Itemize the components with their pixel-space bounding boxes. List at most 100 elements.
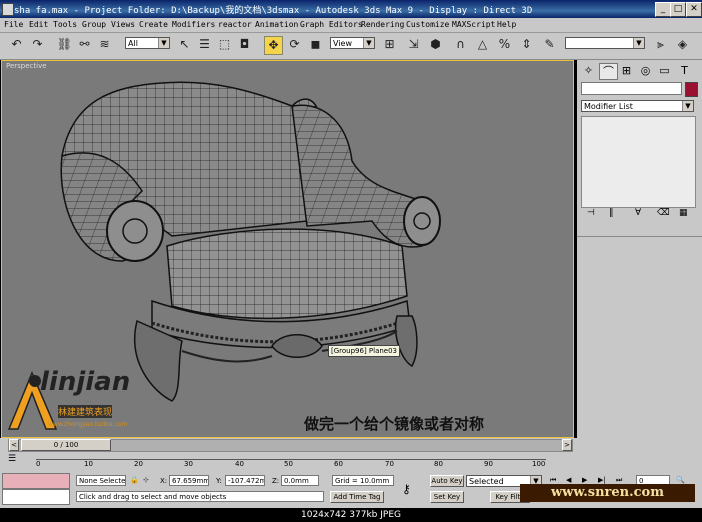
tick-label: 20 (134, 460, 143, 468)
select-and-move-icon[interactable]: ✥ (264, 36, 283, 55)
selection-filter-dropdown[interactable]: All ▼ (125, 37, 170, 49)
prev-frame-button-icon[interactable]: ◀ (566, 476, 571, 484)
set-key-button[interactable]: Set Key (430, 491, 464, 503)
select-and-scale-icon[interactable]: ◼ (307, 36, 324, 53)
modifier-stack[interactable] (581, 116, 696, 208)
angle-snap-icon[interactable]: △ (474, 36, 491, 53)
menu-file[interactable]: File (4, 20, 23, 29)
track-bar[interactable]: ☰ 0 10 20 30 40 50 60 70 80 90 100 (0, 452, 702, 470)
undo-icon[interactable]: ↶ (8, 36, 25, 53)
image-info-bar: 1024x742 377kb JPEG (0, 508, 702, 522)
window-crossing-icon[interactable]: ◘ (236, 36, 253, 53)
hierarchy-tab-icon[interactable]: ⊞ (618, 63, 635, 78)
maximize-button[interactable]: □ (670, 2, 686, 17)
app-icon[interactable] (2, 3, 14, 16)
stack-toolbar: ⊣ ‖ ∀ ⌫ ▦ (581, 208, 694, 222)
next-frame-button-icon[interactable]: ▶| (598, 476, 606, 484)
time-slider-thumb[interactable]: 0 / 100 (21, 439, 111, 451)
grid-size: Grid = 10.0mm (332, 475, 394, 486)
menu-animation[interactable]: Animation (255, 20, 298, 29)
configure-sets-icon[interactable]: ▦ (679, 208, 688, 218)
prev-frame-icon[interactable]: < (9, 439, 19, 451)
menu-views[interactable]: Views (111, 20, 135, 29)
play-icon[interactable]: ▶ (582, 476, 587, 484)
rectangular-selection-icon[interactable]: ⬚ (216, 36, 233, 53)
named-selection-dropdown[interactable]: ▼ (565, 37, 645, 49)
motion-tab-icon[interactable]: ◎ (637, 63, 654, 78)
create-tab-icon[interactable]: ✧ (580, 63, 597, 78)
pivot-center-icon[interactable]: ⊞ (381, 36, 398, 53)
prompt-line: Click and drag to select and move object… (76, 491, 324, 502)
display-tab-icon[interactable]: ▭ (656, 63, 673, 78)
track-view-icon[interactable]: ☰ (8, 454, 16, 464)
modify-tab-icon[interactable]: ⌒ (599, 63, 618, 80)
perspective-viewport[interactable]: Perspective [Group96] Plane03 做完一个给个镜像或者… (1, 60, 574, 438)
remove-modifier-icon[interactable]: ⌫ (657, 208, 670, 218)
mirror-icon[interactable]: ⫸ (652, 36, 669, 53)
chevron-down-icon: ▼ (633, 38, 644, 48)
y-label: Y: (216, 477, 222, 485)
menu-customize[interactable]: Customize (406, 20, 449, 29)
make-unique-icon[interactable]: ∀ (635, 208, 641, 218)
select-manipulate-icon[interactable]: ⇲ (405, 36, 422, 53)
menu-create[interactable]: Create (139, 20, 168, 29)
bind-space-warp-icon[interactable]: ≋ (96, 36, 113, 53)
close-button[interactable]: ✕ (686, 2, 702, 17)
show-end-result-icon[interactable]: ‖ (609, 208, 614, 218)
align-icon[interactable]: ◈ (674, 36, 691, 53)
menu-bar: File Edit Tools Group Views Create Modif… (0, 18, 702, 33)
lock-selection-icon[interactable]: 🔒 (130, 476, 139, 484)
z-coordinate-field[interactable]: 0.0mm (281, 475, 319, 486)
menu-rendering[interactable]: Rendering (361, 20, 404, 29)
z-label: Z: (272, 477, 280, 485)
menu-graph-editors[interactable]: Graph Editors (300, 20, 363, 29)
absolute-mode-icon[interactable]: ⊹ (143, 476, 149, 484)
selection-status: None Selecte (76, 475, 126, 486)
menu-group[interactable]: Group (82, 20, 106, 29)
watermark-logo: linjian 林建建筑表现 www.zhongjian.tudou.com (4, 361, 174, 436)
edit-named-selection-icon[interactable]: ✎ (541, 36, 558, 53)
maxscript-listener-white[interactable] (2, 489, 70, 505)
tick-label: 70 (385, 460, 394, 468)
window-title: sha fa.max - Project Folder: D:\Backup\我… (14, 6, 533, 16)
select-link-icon[interactable]: ⛓ (56, 36, 73, 53)
menu-tools[interactable]: Tools (53, 20, 77, 29)
menu-edit[interactable]: Edit (29, 20, 48, 29)
minimize-button[interactable]: _ (655, 2, 671, 17)
utilities-tab-icon[interactable]: T (676, 63, 693, 78)
percent-snap-icon[interactable]: % (496, 36, 513, 53)
x-label: X: (160, 477, 168, 485)
object-color-swatch[interactable] (685, 82, 698, 97)
menu-reactor[interactable]: reactor (218, 20, 252, 29)
select-and-rotate-icon[interactable]: ⟳ (286, 36, 303, 53)
overlay-caption: 做完一个给个镜像或者对称 (304, 415, 485, 433)
menu-maxscript[interactable]: MAXScript (452, 20, 495, 29)
maxscript-listener-pink[interactable] (2, 473, 70, 489)
status-bar: None Selecte 🔒 ⊹ X: 67.659mm Y: -107.472… (0, 470, 702, 508)
reference-coordinate-dropdown[interactable]: View ▼ (330, 37, 375, 49)
object-name-field[interactable] (581, 82, 682, 95)
zoom-icon[interactable]: 🔍 (676, 476, 685, 484)
keyboard-shortcut-icon[interactable]: ⬢ (427, 36, 444, 53)
redo-icon[interactable]: ↷ (29, 36, 46, 53)
x-coordinate-field[interactable]: 67.659mm (169, 475, 209, 486)
panel-divider (577, 236, 702, 237)
pin-stack-icon[interactable]: ⊣ (587, 208, 595, 218)
spinner-snap-icon[interactable]: ⇕ (518, 36, 535, 53)
snap-toggle-icon[interactable]: ∩ (452, 36, 469, 53)
key-icon[interactable]: ⚷ (402, 482, 411, 496)
auto-key-button[interactable]: Auto Key (430, 475, 464, 487)
watermark-logo-text: linjian (40, 367, 131, 397)
time-slider-track[interactable]: < 0 / 100 > (8, 439, 573, 452)
select-object-icon[interactable]: ↖ (176, 36, 193, 53)
next-frame-icon[interactable]: > (562, 439, 572, 451)
chevron-down-icon: ▼ (363, 38, 374, 48)
menu-modifiers[interactable]: Modifiers (172, 20, 215, 29)
select-by-name-icon[interactable]: ☰ (196, 36, 213, 53)
unlink-icon[interactable]: ⚯ (76, 36, 93, 53)
menu-help[interactable]: Help (497, 20, 516, 29)
add-time-tag-button[interactable]: Add Time Tag (330, 491, 384, 503)
chevron-down-icon: ▼ (158, 38, 169, 48)
y-coordinate-field[interactable]: -107.472mi (225, 475, 265, 486)
modifier-list-dropdown[interactable]: Modifier List ▼ (581, 100, 694, 112)
